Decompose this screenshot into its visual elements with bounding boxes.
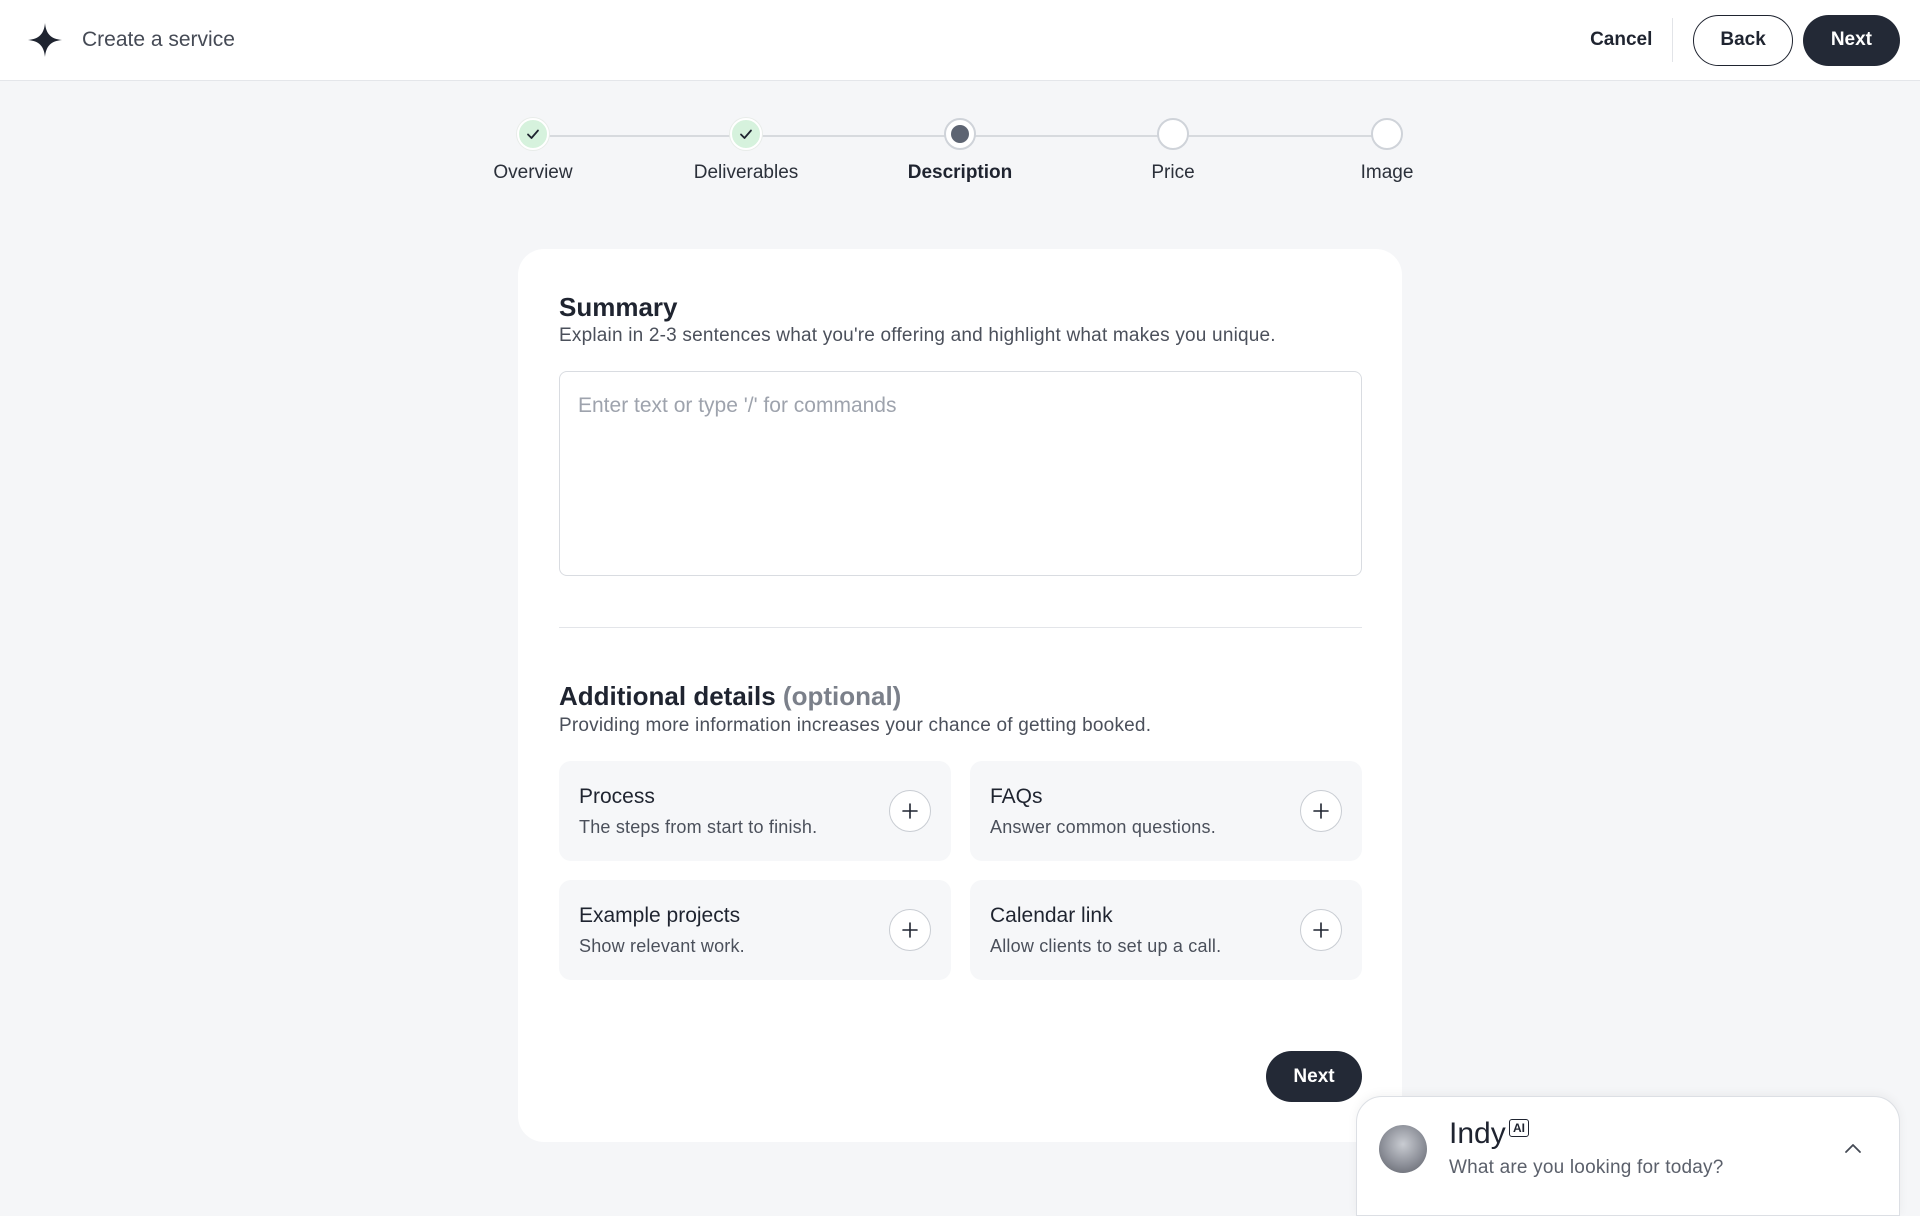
step-label: Image [1360, 162, 1414, 183]
summary-title: Summary [559, 292, 678, 322]
upcoming-step-dot [1371, 118, 1403, 150]
step-label: Price [1151, 162, 1195, 183]
ai-badge: AI [1509, 1119, 1529, 1137]
cancel-button[interactable]: Cancel [1570, 15, 1672, 65]
avatar [1379, 1125, 1427, 1173]
back-button[interactable]: Back [1693, 14, 1793, 66]
chat-prompt: What are you looking for today? [1449, 1157, 1724, 1178]
top-bar: Create a service Cancel Back Next [0, 0, 1920, 81]
additional-details-title-text: Additional details [559, 681, 776, 711]
option-description: Show relevant work. [579, 936, 745, 956]
summary-description: Explain in 2-3 sentences what you're off… [559, 325, 1276, 346]
plus-icon[interactable] [889, 790, 931, 832]
plus-icon[interactable] [1300, 790, 1342, 832]
step-overview[interactable]: Overview [453, 118, 613, 184]
optional-label: (optional) [782, 681, 902, 711]
step-label: Deliverables [693, 162, 799, 183]
option-title: Calendar link [990, 904, 1113, 927]
star-logo-icon[interactable] [28, 23, 62, 57]
step-price[interactable]: Price [1093, 118, 1253, 184]
upcoming-step-dot [1157, 118, 1189, 150]
option-calendar-link[interactable]: Calendar link Allow clients to set up a … [970, 880, 1362, 980]
page-title: Create a service [82, 28, 235, 51]
step-image[interactable]: Image [1307, 118, 1467, 184]
option-example-projects[interactable]: Example projects Show relevant work. [559, 880, 951, 980]
check-icon [730, 118, 762, 150]
step-description[interactable]: Description [880, 118, 1040, 184]
step-label: Description [907, 162, 1013, 183]
service-form-card: Summary Explain in 2-3 sentences what yo… [518, 249, 1402, 1142]
section-divider [559, 627, 1362, 628]
option-process[interactable]: Process The steps from start to finish. [559, 761, 951, 861]
option-faqs[interactable]: FAQs Answer common questions. [970, 761, 1362, 861]
additional-details-description: Providing more information increases you… [559, 715, 1152, 736]
option-description: Answer common questions. [990, 817, 1216, 837]
option-title: Process [579, 785, 655, 808]
chat-widget[interactable]: Indy AI What are you looking for today? [1356, 1096, 1900, 1216]
next-button-header[interactable]: Next [1802, 14, 1900, 66]
brand: Create a service [28, 23, 235, 57]
next-button[interactable]: Next [1266, 1051, 1362, 1102]
check-icon [517, 118, 549, 150]
option-description: Allow clients to set up a call. [990, 936, 1222, 956]
header-divider [1672, 18, 1674, 62]
progress-stepper: Overview Deliverables Description Price … [0, 118, 1920, 198]
chat-assistant-name: Indy [1449, 1117, 1506, 1150]
additional-details-title: Additional details (optional) [559, 681, 901, 712]
step-label: Overview [493, 162, 573, 183]
summary-input[interactable] [559, 371, 1362, 576]
plus-icon[interactable] [889, 909, 931, 951]
option-title: Example projects [579, 904, 741, 927]
option-title: FAQs [990, 785, 1043, 808]
chevron-up-icon[interactable] [1841, 1137, 1865, 1161]
plus-icon[interactable] [1300, 909, 1342, 951]
header-actions: Cancel Back Next [1570, 14, 1900, 66]
option-description: The steps from start to finish. [579, 817, 818, 837]
current-step-dot [944, 118, 976, 150]
step-deliverables[interactable]: Deliverables [666, 118, 826, 184]
